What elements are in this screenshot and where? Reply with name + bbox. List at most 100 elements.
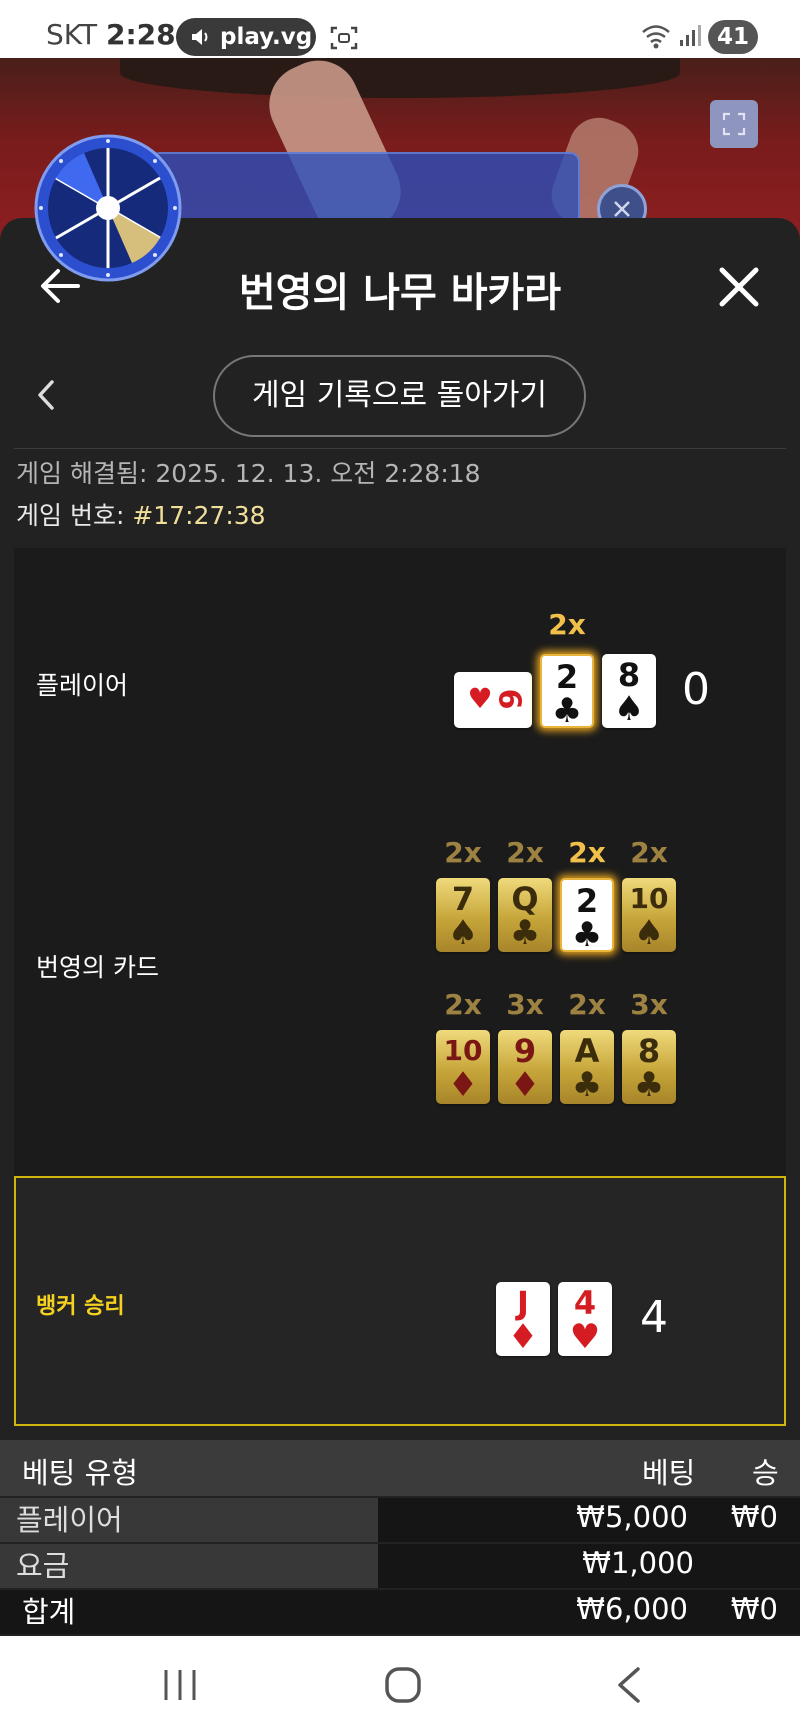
- game-number-info: 게임 번호: #17:27:38: [16, 496, 266, 532]
- total-bet: ₩6,000: [576, 1592, 688, 1626]
- card-suit: ♠: [633, 913, 665, 953]
- bet-table-header: 베팅 유형 베팅 승: [0, 1440, 800, 1496]
- row-win: ₩0: [730, 1500, 778, 1534]
- player-card-3: 8 ♠: [602, 654, 656, 728]
- player-label: 플레이어: [36, 671, 129, 700]
- prosperity-cards-label: 번영의 카드: [36, 953, 159, 982]
- prosperity-card-1: 7 ♠: [436, 878, 490, 952]
- card-rank: 8: [617, 656, 641, 694]
- back-to-history-button[interactable]: 게임 기록으로 돌아가기: [213, 355, 586, 437]
- resolved-label: 게임 해결됨:: [16, 459, 148, 488]
- card-rank: 10: [443, 1034, 483, 1067]
- card-suit: ♠: [447, 913, 479, 953]
- prosperity-card-7: A ♣: [560, 1030, 614, 1104]
- prosperity-mult-6: 3x: [506, 988, 544, 1021]
- game-resolved-info: 게임 해결됨: 2025. 12. 13. 오전 2:28:18: [16, 454, 481, 490]
- table-total-row: 합계 ₩6,000 ₩0: [0, 1590, 800, 1634]
- row-type: 요금: [0, 1544, 378, 1588]
- total-values: ₩6,000 ₩0: [378, 1590, 800, 1634]
- chevron-left-icon[interactable]: [34, 378, 58, 412]
- header-win: 승: [752, 1456, 779, 1490]
- prosperity-mult-2: 2x: [506, 836, 544, 869]
- prosperity-card-6: 9 ♦: [498, 1030, 552, 1104]
- banker-card-1: J ♦: [496, 1282, 550, 1356]
- card-suit: ♥: [569, 1317, 601, 1357]
- header-bet: 베팅: [642, 1456, 696, 1490]
- card-rank: 8: [637, 1032, 661, 1070]
- row-bet: ₩5,000: [576, 1500, 688, 1534]
- close-icon: [614, 201, 630, 217]
- carrier-name: SKT: [46, 18, 98, 51]
- divider: [14, 448, 786, 449]
- recent-apps-icon[interactable]: [162, 1668, 198, 1702]
- fullscreen-icon: [722, 112, 746, 136]
- game-number-label: 게임 번호:: [16, 501, 125, 530]
- card-suit: ♥: [467, 682, 493, 715]
- card-suit: ♣: [509, 913, 541, 953]
- row-bet: ₩1,000: [582, 1546, 694, 1580]
- status-bar: SKT 2:28 play.vg 41: [0, 0, 800, 58]
- prosperity-mult-7: 2x: [568, 988, 606, 1021]
- banker-winner-row: 뱅커 승리 J ♦ 4 ♥ 4: [14, 1176, 786, 1426]
- player-card-1: ♥ 6: [454, 672, 532, 728]
- banker-card-2: 4 ♥: [558, 1282, 612, 1356]
- status-carrier-time: SKT 2:28: [46, 18, 176, 51]
- card-suit: ♦: [507, 1317, 539, 1357]
- fullscreen-button[interactable]: [710, 100, 758, 148]
- close-panel-icon[interactable]: [716, 264, 762, 310]
- card-rank: 2: [575, 882, 599, 920]
- card-suit: ♣: [571, 1065, 603, 1105]
- row-values: ₩5,000 ₩0: [378, 1498, 800, 1542]
- url-pill-text: play.vg: [220, 24, 313, 50]
- wifi-icon: [642, 25, 670, 49]
- card-rank: 9: [513, 1032, 537, 1070]
- card-rank: 7: [451, 880, 475, 918]
- screen-capture-icon: [330, 26, 358, 50]
- row-values: ₩1,000: [378, 1544, 800, 1588]
- prosperity-mult-8: 3x: [630, 988, 668, 1021]
- prosperity-card-2: Q ♣: [498, 878, 552, 952]
- card-suit: ♣: [551, 691, 583, 731]
- total-label: 합계: [0, 1590, 378, 1634]
- prosperity-mult-4: 2x: [630, 836, 668, 869]
- banker-win-label: 뱅커 승리: [36, 1294, 125, 1319]
- player-multiplier: 2x: [548, 608, 586, 641]
- header-bet-type: 베팅 유형: [22, 1456, 138, 1490]
- card-rank: J: [517, 1284, 529, 1322]
- resolved-value: 2025. 12. 13. 오전 2:28:18: [155, 459, 481, 488]
- card-suit: ♣: [571, 915, 603, 955]
- card-suit: ♣: [633, 1065, 665, 1105]
- banker-score: 4: [640, 1292, 668, 1343]
- table-rim: [120, 58, 680, 98]
- card-rank: 6: [491, 688, 527, 710]
- card-rank: 10: [629, 882, 669, 915]
- url-pill[interactable]: play.vg: [176, 18, 316, 56]
- player-score: 0: [682, 664, 710, 715]
- prosperity-mult-3: 2x: [568, 836, 606, 869]
- card-suit: ♦: [447, 1065, 479, 1105]
- system-back-icon[interactable]: [614, 1666, 644, 1704]
- game-number-value: #17:27:38: [132, 501, 266, 530]
- status-time: 2:28: [105, 18, 176, 51]
- card-suit: ♦: [509, 1065, 541, 1105]
- card-rank: Q: [511, 880, 539, 918]
- system-navigation-bar: [0, 1636, 800, 1734]
- prosperity-mult-5: 2x: [444, 988, 482, 1021]
- card-rank: A: [574, 1032, 600, 1070]
- prosperity-card-4: 10 ♠: [622, 878, 676, 952]
- player-card-2: 2 ♣: [540, 654, 594, 728]
- card-rank: 2: [555, 658, 579, 696]
- prosperity-card-3: 2 ♣: [560, 878, 614, 952]
- row-type: 플레이어: [0, 1498, 378, 1542]
- table-row: 플레이어 ₩5,000 ₩0: [0, 1498, 800, 1542]
- prosperity-card-5: 10 ♦: [436, 1030, 490, 1104]
- table-row: 요금 ₩1,000: [0, 1544, 800, 1588]
- battery-level: 41: [708, 20, 758, 54]
- card-suit: ♠: [613, 689, 645, 729]
- signal-icon: [680, 25, 701, 46]
- lucky-wheel-icon[interactable]: [34, 134, 182, 282]
- game-history-panel: 번영의 나무 바카라 게임 기록으로 돌아가기 게임 해결됨: 2025. 12…: [0, 218, 800, 1636]
- home-icon[interactable]: [384, 1666, 422, 1704]
- prosperity-mult-1: 2x: [444, 836, 482, 869]
- speaker-icon: [192, 29, 208, 45]
